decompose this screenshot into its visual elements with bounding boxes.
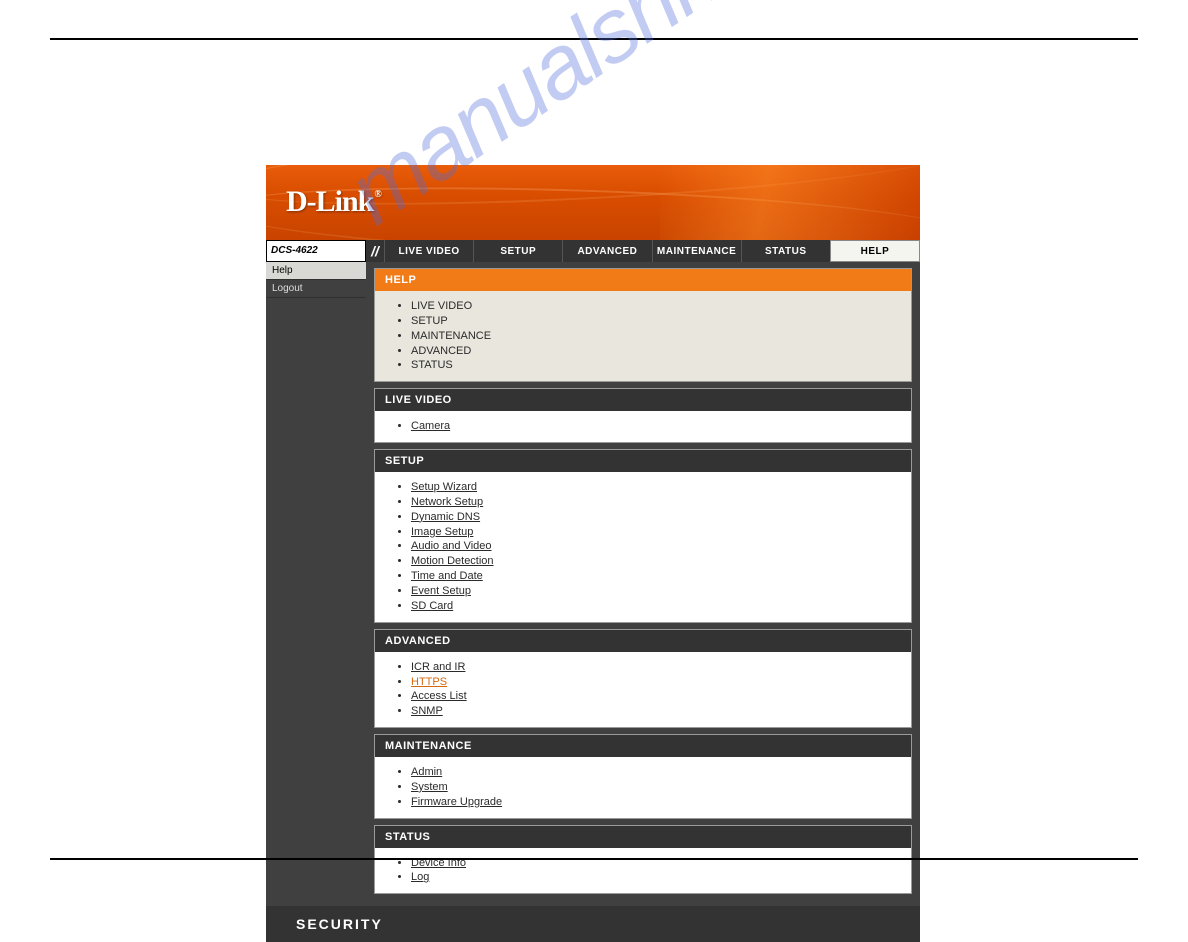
model-label: DCS-4622: [266, 240, 366, 262]
link-motion-detection[interactable]: Motion Detection: [411, 555, 494, 567]
rule-top: [50, 38, 1138, 40]
link-admin[interactable]: Admin: [411, 766, 442, 778]
header-banner: D-Link®: [266, 165, 920, 240]
link-snmp[interactable]: SNMP: [411, 705, 443, 717]
link-time-date[interactable]: Time and Date: [411, 570, 483, 582]
panel-help-header: HELP: [375, 269, 911, 291]
help-item: LIVE VIDEO: [411, 299, 897, 314]
tab-help[interactable]: HELP: [830, 240, 920, 262]
panel-setup-header: SETUP: [375, 450, 911, 472]
link-https[interactable]: HTTPS: [411, 676, 447, 688]
panel-setup: SETUP Setup Wizard Network Setup Dynamic…: [374, 449, 912, 623]
panel-maintenance: MAINTENANCE Admin System Firmware Upgrad…: [374, 734, 912, 819]
help-item: ADVANCED: [411, 344, 897, 359]
panel-live-video: LIVE VIDEO Camera: [374, 388, 912, 443]
panel-status-header: STATUS: [375, 826, 911, 848]
main-content: HELP LIVE VIDEO SETUP MAINTENANCE ADVANC…: [366, 262, 920, 906]
panel-help: HELP LIVE VIDEO SETUP MAINTENANCE ADVANC…: [374, 268, 912, 382]
router-admin-ui: D-Link® DCS-4622 // LIVE VIDEO SETUP ADV…: [266, 165, 920, 942]
link-event-setup[interactable]: Event Setup: [411, 585, 471, 597]
tab-maintenance[interactable]: MAINTENANCE: [652, 240, 741, 262]
help-item: MAINTENANCE: [411, 329, 897, 344]
link-image-setup[interactable]: Image Setup: [411, 526, 473, 538]
sidebar: Help Logout: [266, 262, 366, 298]
panel-live-video-header: LIVE VIDEO: [375, 389, 911, 411]
link-system[interactable]: System: [411, 781, 448, 793]
footer-bar: SECURITY: [266, 906, 920, 942]
tab-setup[interactable]: SETUP: [473, 240, 562, 262]
sidebar-item-help[interactable]: Help: [266, 262, 366, 280]
link-dynamic-dns[interactable]: Dynamic DNS: [411, 511, 480, 523]
link-log[interactable]: Log: [411, 871, 429, 883]
brand-logo: D-Link®: [286, 185, 380, 219]
panel-maintenance-header: MAINTENANCE: [375, 735, 911, 757]
sidebar-item-logout[interactable]: Logout: [266, 280, 366, 298]
link-camera[interactable]: Camera: [411, 420, 450, 432]
top-nav: DCS-4622 // LIVE VIDEO SETUP ADVANCED MA…: [266, 240, 920, 262]
help-item: SETUP: [411, 314, 897, 329]
panel-advanced-header: ADVANCED: [375, 630, 911, 652]
link-sd-card[interactable]: SD Card: [411, 600, 453, 612]
link-icr-ir[interactable]: ICR and IR: [411, 661, 465, 673]
link-network-setup[interactable]: Network Setup: [411, 496, 483, 508]
panel-advanced: ADVANCED ICR and IR HTTPS Access List SN…: [374, 629, 912, 728]
link-setup-wizard[interactable]: Setup Wizard: [411, 481, 477, 493]
link-firmware-upgrade[interactable]: Firmware Upgrade: [411, 796, 502, 808]
tab-status[interactable]: STATUS: [741, 240, 830, 262]
tab-advanced[interactable]: ADVANCED: [562, 240, 651, 262]
hash-divider: //: [366, 240, 384, 262]
link-audio-video[interactable]: Audio and Video: [411, 540, 492, 552]
rule-bottom: [50, 858, 1138, 860]
help-item: STATUS: [411, 358, 897, 373]
tab-live-video[interactable]: LIVE VIDEO: [384, 240, 473, 262]
link-access-list[interactable]: Access List: [411, 690, 467, 702]
